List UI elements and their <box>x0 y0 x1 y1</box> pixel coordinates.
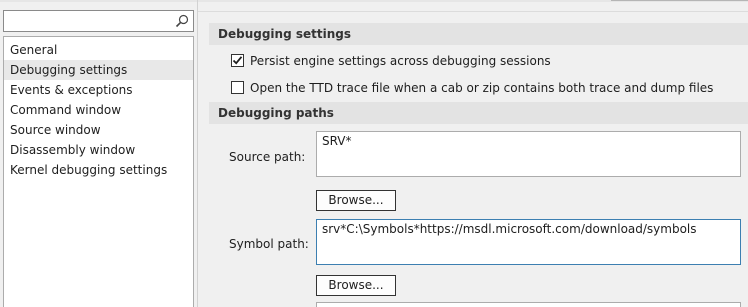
nav-item-events-exceptions[interactable]: Events & exceptions <box>4 80 193 100</box>
nav-item-source-window[interactable]: Source window <box>4 120 193 140</box>
pane-splitter[interactable] <box>197 0 198 307</box>
symbol-path-browse-button[interactable]: Browse... <box>316 275 396 296</box>
source-path-input[interactable]: SRV* <box>316 131 741 177</box>
content-top-divider <box>198 11 748 12</box>
nav-item-command-window[interactable]: Command window <box>4 100 193 120</box>
window-top-border <box>611 0 748 1</box>
section-header-debugging-settings: Debugging settings <box>209 23 748 45</box>
option-persist-engine-settings[interactable]: Persist engine settings across debugging… <box>231 52 551 70</box>
symbol-path-input[interactable]: srv*C:\Symbols*https://msdl.microsoft.co… <box>316 219 741 265</box>
source-path-label: Source path: <box>229 150 306 164</box>
checkmark-icon <box>232 56 243 65</box>
nav-item-general[interactable]: General <box>4 40 193 60</box>
settings-search-box[interactable] <box>3 10 194 32</box>
open-ttd-trace-checkbox[interactable] <box>231 81 244 94</box>
open-ttd-trace-label: Open the TTD trace file when a cab or zi… <box>250 81 714 95</box>
section-header-debugging-paths: Debugging paths <box>209 102 748 124</box>
settings-category-list: General Debugging settings Events & exce… <box>3 36 194 307</box>
nav-item-kernel-debugging-settings[interactable]: Kernel debugging settings <box>4 160 193 180</box>
next-path-input[interactable] <box>316 302 741 307</box>
source-path-browse-button[interactable]: Browse... <box>316 190 396 211</box>
nav-item-debugging-settings[interactable]: Debugging settings <box>4 60 193 80</box>
symbol-path-label: Symbol path: <box>229 237 309 251</box>
settings-search-input[interactable] <box>6 13 171 29</box>
search-icon[interactable] <box>175 14 190 29</box>
nav-item-disassembly-window[interactable]: Disassembly window <box>4 140 193 160</box>
persist-settings-checkbox[interactable] <box>231 54 244 67</box>
option-open-ttd-trace[interactable]: Open the TTD trace file when a cab or zi… <box>231 79 713 97</box>
persist-settings-label: Persist engine settings across debugging… <box>250 54 551 68</box>
